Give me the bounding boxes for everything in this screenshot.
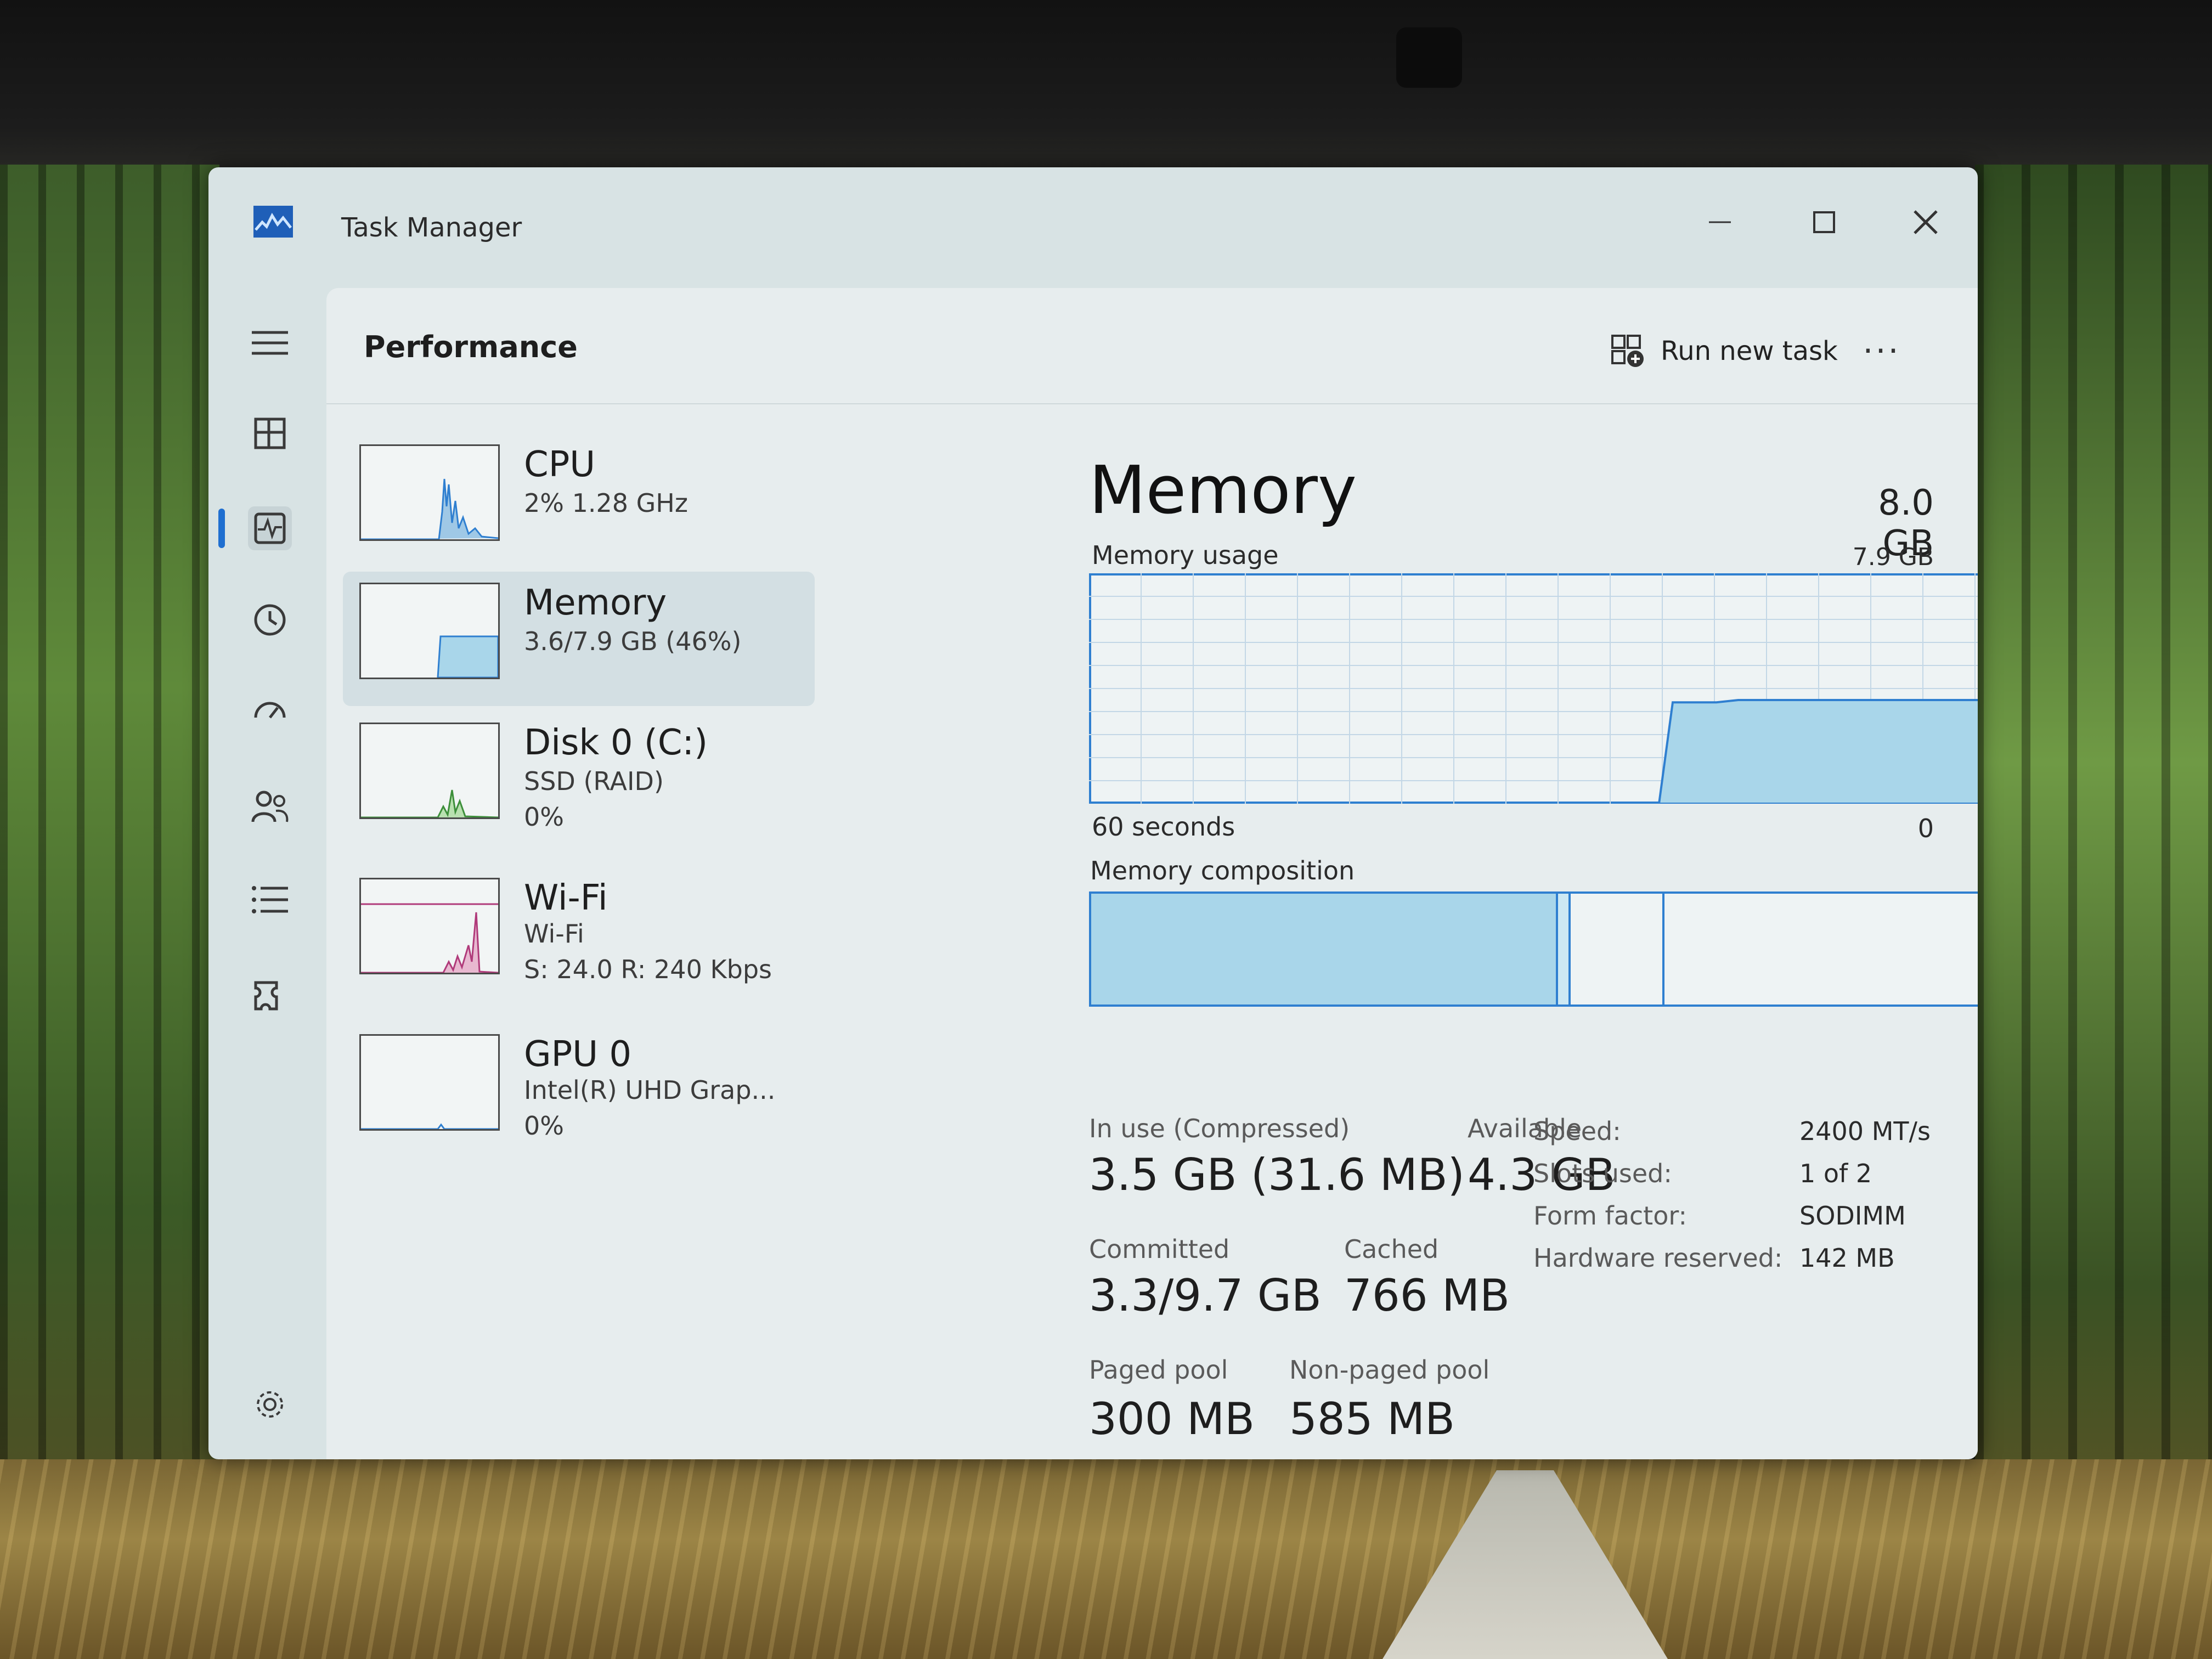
maximize-button[interactable] — [1794, 198, 1854, 247]
active-nav-indicator — [218, 509, 225, 548]
header-divider — [326, 403, 1978, 404]
more-options-button[interactable]: ··· — [1852, 329, 1912, 373]
resource-detail-2: 0% — [524, 1111, 564, 1141]
task-manager-app-icon — [253, 206, 293, 238]
composition-in-use[interactable] — [1091, 894, 1559, 1005]
users-icon — [251, 791, 289, 822]
spec-speed-key: Speed: — [1533, 1116, 1621, 1146]
memory-usage-area — [1657, 699, 1978, 804]
non-paged-pool-value: 585 MB — [1289, 1393, 1455, 1444]
gpu-thumbnail-graph — [359, 1034, 500, 1131]
webcam — [1396, 27, 1462, 88]
spec-slots-key: Slots used: — [1533, 1159, 1672, 1188]
memory-composition-label: Memory composition — [1090, 856, 1355, 885]
paged-pool-value: 300 MB — [1089, 1393, 1255, 1444]
resource-name: Disk 0 (C:) — [524, 723, 708, 763]
nav-details[interactable] — [248, 878, 292, 922]
spec-form-factor-key: Form factor: — [1533, 1201, 1687, 1231]
non-paged-pool-label: Non-paged pool — [1289, 1355, 1490, 1385]
detail-heading: Memory — [1089, 453, 1357, 529]
performance-icon — [254, 512, 286, 544]
spec-hw-reserved-key: Hardware reserved: — [1533, 1243, 1783, 1273]
minimize-icon — [1709, 221, 1731, 223]
processes-icon — [254, 417, 286, 449]
wallpaper-bamboo-right — [1975, 165, 2212, 1659]
resource-disk[interactable]: Disk 0 (C:) SSD (RAID) 0% — [343, 712, 815, 846]
resource-detail-2: 0% — [524, 802, 564, 832]
startup-icon — [254, 702, 286, 719]
content-panel: Performance Run new task ··· CPU 2% 1.28… — [326, 288, 1978, 1459]
composition-standby[interactable] — [1571, 894, 1664, 1005]
memory-usage-label: Memory usage — [1092, 540, 1279, 570]
memory-composition-bar — [1089, 891, 1978, 1007]
run-new-task-button[interactable]: Run new task — [1610, 324, 1838, 379]
committed-label: Committed — [1089, 1234, 1230, 1264]
window-title: Task Manager — [341, 212, 522, 243]
resource-detail: Wi-Fi — [524, 919, 584, 949]
resource-name: Wi-Fi — [524, 878, 608, 918]
memory-usage-graph — [1089, 573, 1978, 804]
committed-value: 3.3/9.7 GB — [1089, 1270, 1322, 1321]
nav-users[interactable] — [248, 785, 292, 828]
run-task-icon — [1611, 335, 1644, 367]
nav-performance[interactable] — [248, 506, 292, 550]
nav-settings[interactable] — [248, 1383, 292, 1426]
resource-detail: 3.6/7.9 GB (46%) — [524, 627, 742, 656]
resource-memory[interactable]: Memory 3.6/7.9 GB (46%) — [343, 572, 815, 706]
graph-x-right-label: 0 — [1917, 814, 1934, 843]
resource-name: Memory — [524, 583, 667, 623]
gear-icon — [257, 1391, 283, 1418]
graph-x-left-label: 60 seconds — [1092, 812, 1235, 842]
nav-menu-button[interactable] — [248, 321, 292, 365]
composition-modified[interactable] — [1558, 894, 1571, 1005]
spec-speed-value: 2400 MT/s — [1799, 1116, 1931, 1146]
run-new-task-label: Run new task — [1661, 336, 1838, 366]
paged-pool-label: Paged pool — [1089, 1355, 1228, 1385]
memory-thumbnail-graph — [359, 583, 500, 679]
nav-processes[interactable] — [248, 411, 292, 455]
spec-form-factor-value: SODIMM — [1799, 1201, 1906, 1231]
wallpaper-bamboo-left — [0, 165, 219, 1659]
spec-hw-reserved-value: 142 MB — [1799, 1243, 1895, 1273]
resource-detail: 2% 1.28 GHz — [524, 488, 689, 518]
page-title: Performance — [364, 330, 578, 364]
close-button[interactable] — [1895, 198, 1956, 247]
resource-name: CPU — [524, 444, 596, 485]
memory-usage-max: 7.9 GB — [1852, 543, 1934, 571]
nav-app-history[interactable] — [248, 598, 292, 642]
in-use-label: In use (Compressed) — [1089, 1114, 1350, 1143]
title-bar[interactable]: Task Manager — [208, 167, 1978, 288]
resource-detail-2: S: 24.0 R: 240 Kbps — [524, 955, 772, 984]
disk-thumbnail-graph — [359, 723, 500, 819]
resource-detail: Intel(R) UHD Grap... — [524, 1075, 776, 1105]
wallpaper-ground — [0, 1459, 2212, 1659]
wifi-thumbnail-graph — [359, 878, 500, 974]
nav-startup-apps[interactable] — [248, 691, 292, 735]
resource-name: GPU 0 — [524, 1034, 632, 1075]
laptop-bezel — [0, 0, 2212, 181]
services-icon — [254, 981, 278, 1011]
cached-value: 766 MB — [1344, 1270, 1510, 1321]
cached-label: Cached — [1344, 1234, 1439, 1264]
hamburger-icon — [252, 331, 288, 355]
details-icon — [252, 886, 288, 913]
in-use-value: 3.5 GB (31.6 MB) — [1089, 1149, 1465, 1200]
spec-slots-value: 1 of 2 — [1799, 1159, 1872, 1188]
close-icon — [1914, 210, 1938, 234]
maximize-icon — [1813, 211, 1835, 233]
minimize-button[interactable] — [1690, 198, 1750, 247]
nav-services[interactable] — [248, 974, 292, 1018]
history-icon — [254, 604, 286, 636]
resource-wifi[interactable]: Wi-Fi Wi-Fi S: 24.0 R: 240 Kbps — [343, 867, 815, 1001]
resource-detail: SSD (RAID) — [524, 766, 664, 796]
task-manager-window: Task Manager Performance Run new task ··… — [208, 167, 1978, 1459]
resource-cpu[interactable]: CPU 2% 1.28 GHz — [343, 433, 815, 568]
cpu-thumbnail-graph — [359, 444, 500, 541]
resource-gpu[interactable]: GPU 0 Intel(R) UHD Grap... 0% — [343, 1023, 815, 1158]
